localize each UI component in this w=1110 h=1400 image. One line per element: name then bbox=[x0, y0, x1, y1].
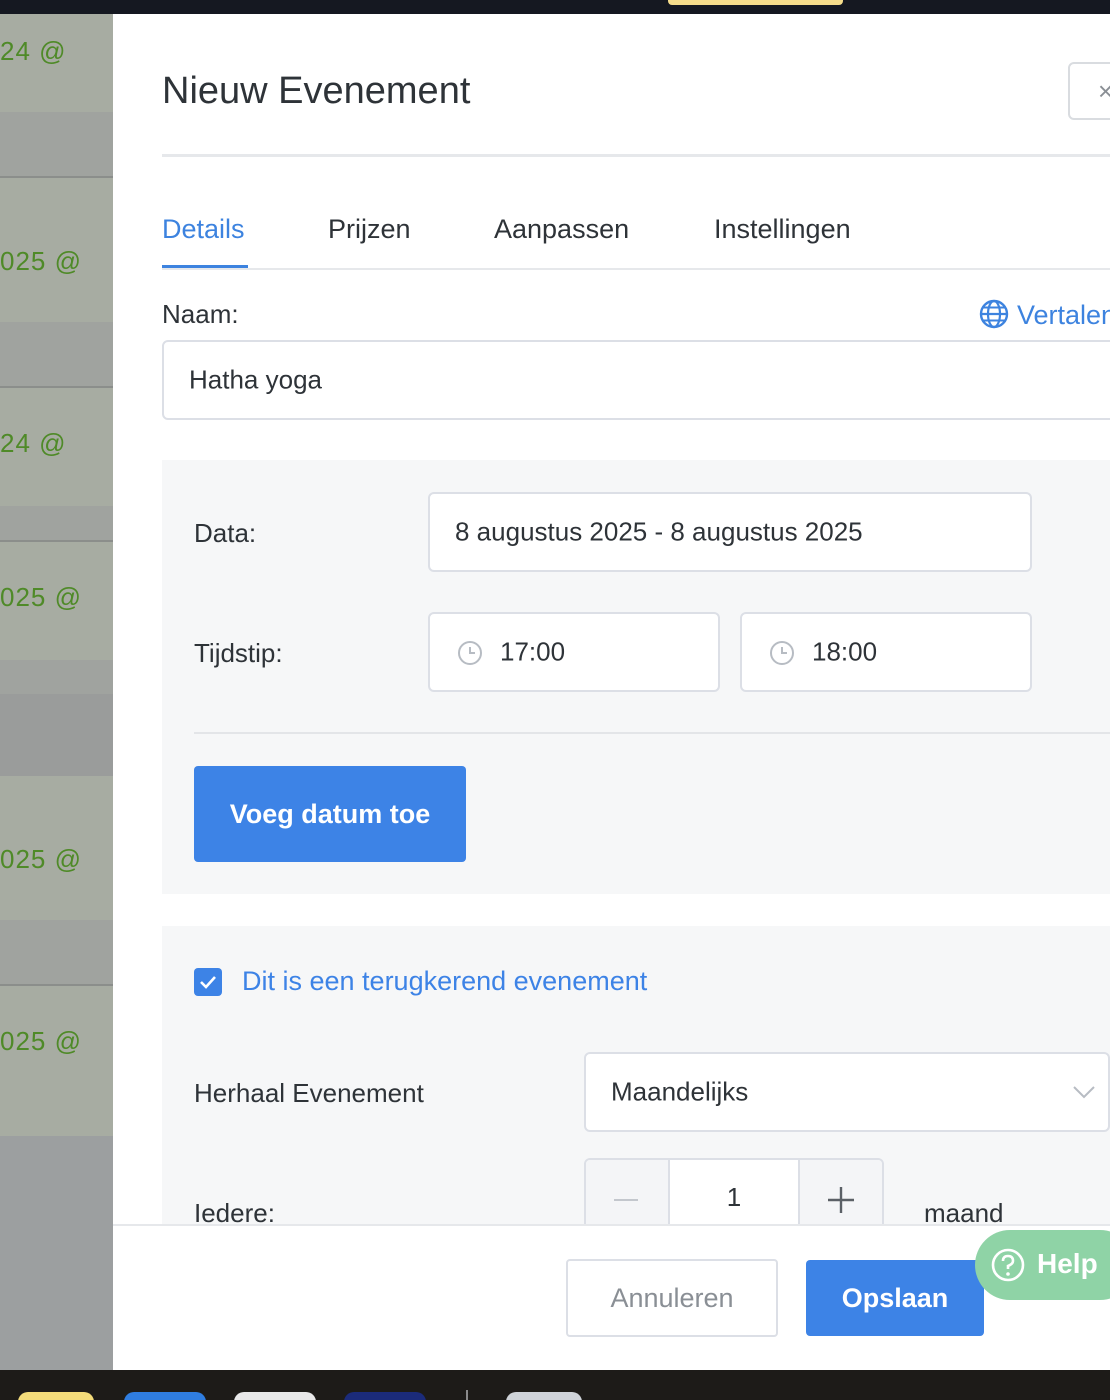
chevron-down-icon bbox=[1073, 1086, 1095, 1099]
date-range-input[interactable]: 8 augustus 2025 - 8 augustus 2025 bbox=[428, 492, 1032, 572]
dock-app[interactable] bbox=[506, 1392, 582, 1400]
background-event-date: 24 @ bbox=[0, 36, 67, 66]
tab-customize[interactable]: Aanpassen bbox=[494, 214, 629, 245]
dates-label: Data: bbox=[194, 518, 257, 548]
start-time-value: 17:00 bbox=[500, 636, 566, 667]
minus-icon bbox=[614, 1199, 638, 1201]
interval-value[interactable]: 1 bbox=[668, 1182, 800, 1213]
dock-app[interactable] bbox=[234, 1392, 316, 1400]
globe-icon bbox=[979, 299, 1009, 329]
background-row bbox=[0, 660, 113, 694]
modal-footer: Annuleren Opslaan bbox=[113, 1224, 1110, 1370]
close-icon: × bbox=[1098, 76, 1110, 106]
top-bar-indicator bbox=[668, 0, 843, 5]
end-time-input[interactable]: 18:00 bbox=[740, 612, 1032, 692]
background-event-date: 025 @ bbox=[0, 582, 82, 612]
background-row bbox=[0, 322, 113, 386]
cancel-button[interactable]: Annuleren bbox=[566, 1259, 778, 1337]
checkmark-icon bbox=[200, 976, 216, 989]
clock-icon bbox=[770, 641, 794, 665]
save-button[interactable]: Opslaan bbox=[806, 1260, 984, 1336]
background-row bbox=[0, 506, 113, 540]
clock-icon bbox=[458, 641, 482, 665]
start-time-input[interactable]: 17:00 bbox=[428, 612, 720, 692]
background-event-date: 24 @ bbox=[0, 428, 67, 458]
plus-icon bbox=[828, 1187, 854, 1213]
background-row bbox=[0, 986, 113, 1136]
tab-settings[interactable]: Instellingen bbox=[714, 214, 851, 245]
name-input[interactable]: Hatha yoga bbox=[162, 340, 1110, 420]
repeat-select[interactable]: Maandelijks bbox=[584, 1052, 1110, 1132]
background-row bbox=[0, 694, 113, 776]
recurring-checkbox-label[interactable]: Dit is een terugkerend evenement bbox=[242, 966, 647, 997]
help-button[interactable]: Help bbox=[975, 1230, 1110, 1300]
date-range-value: 8 augustus 2025 - 8 augustus 2025 bbox=[455, 516, 863, 547]
question-circle-icon bbox=[991, 1248, 1025, 1282]
recurring-panel: Dit is een terugkerend evenement Herhaal… bbox=[162, 926, 1110, 1238]
background-event-date: 025 @ bbox=[0, 1026, 82, 1056]
tab-prices[interactable]: Prijzen bbox=[328, 214, 411, 245]
header-divider bbox=[162, 154, 1110, 157]
name-input-value: Hatha yoga bbox=[189, 364, 322, 395]
panel-divider bbox=[194, 732, 1110, 734]
dock-app[interactable] bbox=[18, 1392, 94, 1400]
background-event-list: 24 @ 025 @ 24 @ 025 @ 025 @ 025 @ bbox=[0, 14, 113, 1370]
dock-separator bbox=[466, 1390, 468, 1400]
tab-details[interactable]: Details bbox=[162, 214, 245, 245]
active-tab-indicator bbox=[162, 265, 248, 268]
end-time-value: 18:00 bbox=[812, 636, 878, 667]
background-row bbox=[0, 112, 113, 176]
system-top-bar bbox=[0, 0, 1110, 14]
add-date-button[interactable]: Voeg datum toe bbox=[194, 766, 466, 862]
dock-app[interactable] bbox=[344, 1392, 426, 1400]
help-label: Help bbox=[1037, 1248, 1098, 1279]
modal-title: Nieuw Evenement bbox=[162, 70, 471, 112]
name-label: Naam: bbox=[162, 299, 239, 329]
translate-link[interactable]: Vertalen bbox=[979, 299, 1110, 331]
translate-label: Vertalen bbox=[1017, 300, 1110, 330]
new-event-modal: Nieuw Evenement × Details Prijzen Aanpas… bbox=[113, 14, 1110, 1370]
time-label: Tijdstip: bbox=[194, 638, 283, 668]
recurring-checkbox[interactable] bbox=[194, 968, 222, 996]
background-event-date: 025 @ bbox=[0, 844, 82, 874]
close-button[interactable]: × bbox=[1068, 62, 1110, 120]
repeat-label: Herhaal Evenement bbox=[194, 1078, 424, 1108]
dock-app[interactable] bbox=[124, 1392, 206, 1400]
background-event-date: 025 @ bbox=[0, 246, 82, 276]
repeat-select-value: Maandelijks bbox=[611, 1076, 749, 1107]
dock-strip bbox=[0, 1370, 1110, 1400]
background-row bbox=[0, 920, 113, 984]
dates-panel: Data: 8 augustus 2025 - 8 augustus 2025 … bbox=[162, 460, 1110, 894]
background-row bbox=[0, 1136, 113, 1370]
tab-bar: Details Prijzen Aanpassen Instellingen bbox=[162, 210, 1110, 270]
